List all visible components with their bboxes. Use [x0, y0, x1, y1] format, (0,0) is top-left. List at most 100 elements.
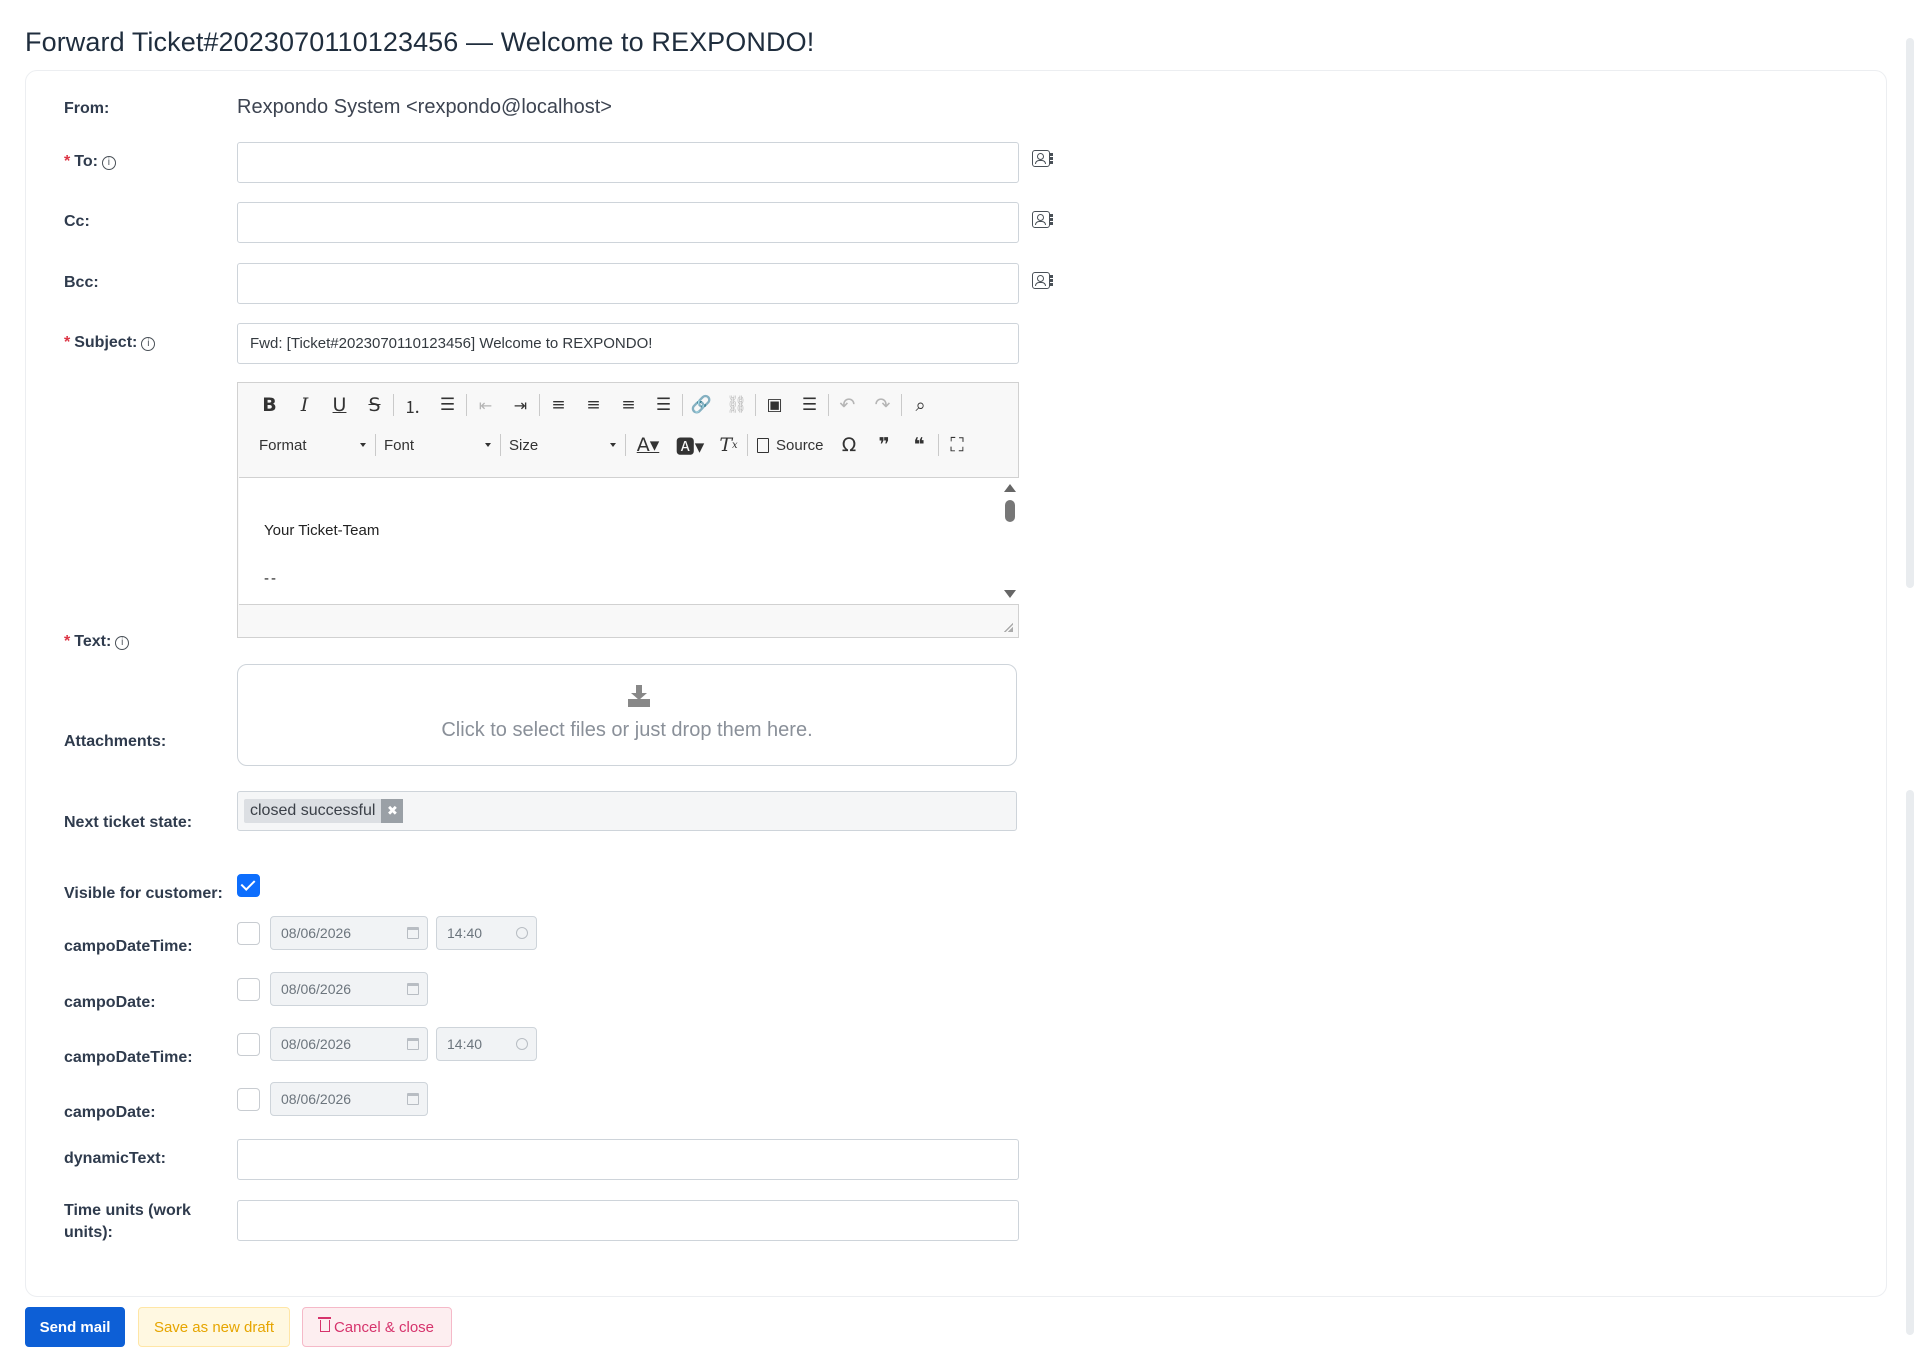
bcc-label: Bcc: — [64, 274, 99, 291]
next-state-select[interactable]: closed successful ✖ — [237, 791, 1017, 831]
to-input[interactable] — [237, 142, 1019, 183]
scrollbar-track[interactable] — [1906, 790, 1914, 1335]
horizontal-rule-icon[interactable]: ☰ — [792, 390, 827, 420]
date-value: 08/06/2026 — [281, 1036, 352, 1052]
info-icon[interactable]: i — [141, 337, 156, 351]
align-left-icon[interactable]: ≡ — [541, 390, 576, 420]
search-icon[interactable]: ⌕ — [903, 390, 938, 420]
blockquote-icon[interactable]: ❞ — [867, 430, 902, 460]
scroll-down-icon[interactable] — [1004, 590, 1016, 598]
date-input[interactable]: 08/06/2026 — [270, 1027, 428, 1061]
strikethrough-button[interactable]: S — [357, 390, 392, 420]
attachments-label: Attachments: — [64, 733, 167, 750]
bcc-input[interactable] — [237, 263, 1019, 304]
font-label: Font — [384, 436, 415, 454]
selected-state-label: closed successful — [250, 802, 376, 819]
resize-handle-icon[interactable] — [1003, 622, 1013, 632]
subject-label: Subject: — [74, 334, 138, 351]
source-button[interactable]: Source — [749, 437, 832, 454]
editor-scrollbar[interactable] — [1001, 478, 1019, 604]
bulleted-list-icon[interactable]: ☰ — [430, 390, 465, 420]
visible-for-customer-checkbox[interactable] — [237, 874, 260, 897]
time-input[interactable]: 14:40 — [436, 1027, 537, 1061]
image-icon[interactable]: ▣ — [757, 390, 792, 420]
indent-icon[interactable]: ⇥ — [503, 390, 538, 420]
date-field-checkbox[interactable] — [237, 1033, 260, 1056]
link-icon[interactable]: 🔗 — [684, 390, 719, 420]
cancel-close-label: Cancel & close — [333, 1318, 435, 1336]
date-value: 08/06/2026 — [281, 925, 352, 941]
visible-label: Visible for customer: — [64, 885, 223, 902]
dynamic-text-label: dynamicText: — [64, 1150, 166, 1167]
special-char-icon[interactable]: Ω — [832, 430, 867, 460]
date-field-label: campoDate: — [64, 994, 156, 1011]
scrollbar-track[interactable] — [1906, 38, 1914, 588]
font-dropdown[interactable]: Font — [377, 430, 499, 460]
send-mail-button[interactable]: Send mail — [25, 1307, 125, 1347]
date-value: 08/06/2026 — [281, 1091, 352, 1107]
underline-button[interactable]: U — [322, 390, 357, 420]
remove-format-icon[interactable]: Tx — [711, 430, 746, 460]
cancel-close-button[interactable]: Cancel & close — [302, 1307, 452, 1347]
page-title: Forward Ticket#2023070110123456 — Welcom… — [25, 27, 815, 57]
cc-label: Cc: — [64, 213, 90, 230]
info-icon[interactable]: i — [101, 156, 116, 170]
source-label: Source — [776, 436, 824, 454]
date-input[interactable]: 08/06/2026 — [270, 1082, 428, 1116]
from-label: From: — [64, 100, 110, 117]
text-label: Text: — [74, 633, 112, 650]
time-value: 14:40 — [447, 1036, 483, 1052]
date-input[interactable]: 08/06/2026 — [270, 916, 428, 950]
cc-input[interactable] — [237, 202, 1019, 243]
required-marker: * — [64, 334, 71, 351]
to-label-wrap: * To: i — [64, 153, 116, 171]
scroll-up-icon[interactable] — [1004, 484, 1016, 492]
align-center-icon[interactable]: ≡ — [576, 390, 611, 420]
justify-icon[interactable]: ☰ — [646, 390, 681, 420]
from-value: Rexpondo System <rexpondo@localhost> — [237, 96, 612, 118]
time-units-input[interactable] — [237, 1200, 1019, 1241]
address-book-icon[interactable] — [1032, 150, 1053, 167]
remove-icon[interactable]: ✖ — [381, 799, 404, 823]
save-draft-button[interactable]: Save as new draft — [138, 1307, 290, 1347]
format-label: Format — [259, 436, 307, 454]
undo-icon[interactable]: ↶ — [830, 390, 865, 420]
numbered-list-icon[interactable]: ⒈ — [395, 390, 430, 420]
address-book-icon[interactable] — [1032, 211, 1053, 228]
clock-icon — [516, 927, 528, 939]
scrollbar-thumb[interactable] — [1005, 500, 1015, 522]
date-field-checkbox[interactable] — [237, 1088, 260, 1111]
calendar-icon — [407, 1038, 419, 1050]
text-label-wrap: * Text: i — [64, 633, 130, 651]
source-icon — [757, 437, 769, 453]
page-scrollbar[interactable] — [1900, 0, 1920, 1365]
address-book-icon[interactable] — [1032, 272, 1053, 289]
date-field-checkbox[interactable] — [237, 978, 260, 1001]
redo-icon[interactable]: ↷ — [865, 390, 900, 420]
format-dropdown[interactable]: Format — [252, 430, 374, 460]
dynamic-text-input[interactable] — [237, 1139, 1019, 1180]
editor-content-area[interactable]: Your Ticket-Team -- — [239, 477, 1019, 605]
info-icon[interactable]: i — [115, 636, 130, 650]
italic-button[interactable]: I — [287, 390, 322, 420]
dropzone-text: Click to select files or just drop them … — [441, 719, 813, 741]
remove-quote-icon[interactable]: ❝ — [902, 430, 937, 460]
chevron-down-icon — [360, 443, 366, 447]
required-marker: * — [64, 153, 71, 170]
size-dropdown[interactable]: Size — [502, 430, 624, 460]
subject-label-wrap: * Subject: i — [64, 334, 156, 352]
text-color-icon[interactable]: A▾ — [627, 430, 669, 460]
bold-button[interactable]: B — [252, 390, 287, 420]
maximize-icon[interactable]: ⛶ — [940, 430, 975, 460]
subject-input[interactable] — [237, 323, 1019, 364]
editor-toolbar-row-2: Format Font Size A▾ 🅰▾ Tx Source Ω ❞ ❝ ⛶ — [252, 428, 975, 462]
date-field-checkbox[interactable] — [237, 922, 260, 945]
background-color-icon[interactable]: 🅰▾ — [669, 430, 711, 460]
unlink-icon[interactable]: ⛓ — [719, 390, 754, 420]
outdent-icon[interactable]: ⇤ — [468, 390, 503, 420]
date-field-label: campoDateTime: — [64, 938, 193, 955]
align-right-icon[interactable]: ≡ — [611, 390, 646, 420]
attachment-dropzone[interactable]: Click to select files or just drop them … — [237, 664, 1017, 766]
time-input[interactable]: 14:40 — [436, 916, 537, 950]
date-input[interactable]: 08/06/2026 — [270, 972, 428, 1006]
